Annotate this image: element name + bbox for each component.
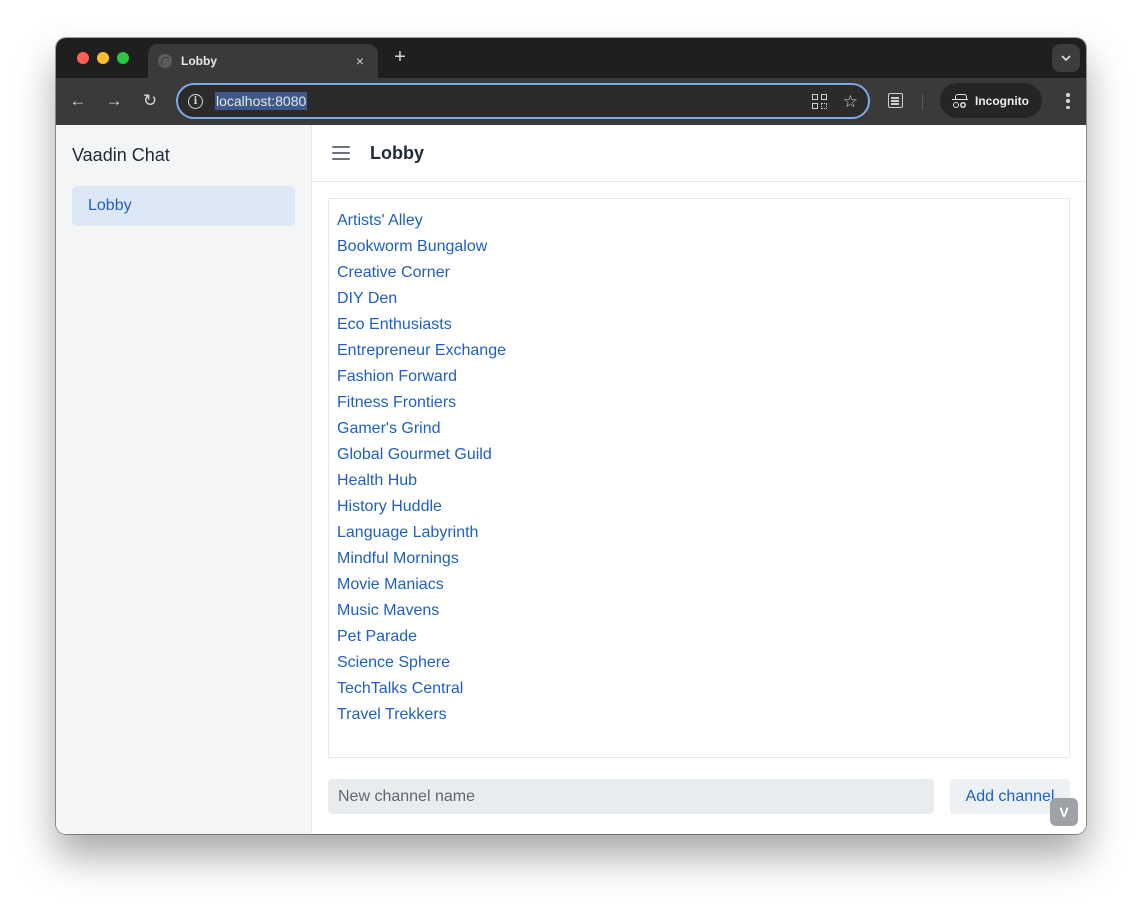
close-window-button[interactable] xyxy=(77,52,89,64)
channel-link[interactable]: Music Mavens xyxy=(337,598,1069,624)
channel-link[interactable]: History Huddle xyxy=(337,494,1069,520)
incognito-label: Incognito xyxy=(975,93,1029,108)
globe-icon xyxy=(158,54,172,68)
channel-link[interactable]: Artists' Alley xyxy=(337,208,1069,234)
channel-link[interactable]: Global Gourmet Guild xyxy=(337,442,1069,468)
channel-link[interactable]: Travel Trekkers xyxy=(337,702,1069,728)
maximize-window-button[interactable] xyxy=(117,52,129,64)
channel-link[interactable]: Movie Maniacs xyxy=(337,572,1069,598)
more-menu-icon[interactable] xyxy=(1066,93,1070,109)
channel-link[interactable]: Science Sphere xyxy=(337,650,1069,676)
site-info-icon[interactable]: i xyxy=(188,93,203,109)
channel-link[interactable]: Language Labyrinth xyxy=(337,520,1069,546)
channel-link[interactable]: Eco Enthusiasts xyxy=(337,312,1069,338)
browser-tab[interactable]: Lobby × xyxy=(148,44,378,78)
toolbar-divider xyxy=(922,94,923,110)
url-text[interactable]: localhost:8080 xyxy=(215,92,308,110)
tab-title: Lobby xyxy=(181,54,217,68)
channel-link[interactable]: Entrepreneur Exchange xyxy=(337,338,1069,364)
incognito-indicator[interactable]: Incognito xyxy=(940,83,1042,118)
channel-list: Artists' Alley Bookworm Bungalow Creative … xyxy=(328,198,1070,758)
back-button[interactable]: ← xyxy=(67,90,89,112)
sidebar: Vaadin Chat Lobby xyxy=(56,125,312,834)
hamburger-menu-icon[interactable] xyxy=(332,146,350,160)
main-view: Lobby Artists' Alley Bookworm Bungalow Cre… xyxy=(312,125,1086,834)
new-channel-name-input[interactable] xyxy=(328,779,934,814)
channel-link[interactable]: TechTalks Central xyxy=(337,676,1069,702)
minimize-window-button[interactable] xyxy=(97,52,109,64)
channel-link[interactable]: Fashion Forward xyxy=(337,364,1069,390)
tab-search-button[interactable] xyxy=(1052,44,1080,72)
page-content: Vaadin Chat Lobby Lobby Artists' Alley Bo… xyxy=(56,125,1086,834)
channel-link[interactable]: Health Hub xyxy=(337,468,1069,494)
chevron-down-icon xyxy=(1061,55,1071,61)
channel-link[interactable]: Gamer's Grind xyxy=(337,416,1069,442)
channel-link[interactable]: Fitness Frontiers xyxy=(337,390,1069,416)
address-bar[interactable]: i localhost:8080 ☆ xyxy=(176,83,870,119)
view-header: Lobby xyxy=(312,125,1086,182)
channel-link[interactable]: Pet Parade xyxy=(337,624,1069,650)
channel-link[interactable]: Mindful Mornings xyxy=(337,546,1069,572)
close-tab-icon[interactable]: × xyxy=(352,53,368,69)
channel-link[interactable]: Bookworm Bungalow xyxy=(337,234,1069,260)
browser-window: Lobby × + ← → ↻ i localhost:8080 ☆ Incog… xyxy=(56,38,1086,834)
sidebar-item-lobby[interactable]: Lobby xyxy=(72,186,295,226)
channel-link[interactable]: DIY Den xyxy=(337,286,1069,312)
qr-code-icon[interactable] xyxy=(811,93,827,109)
vaadin-dev-tools-icon[interactable]: V xyxy=(1050,798,1078,826)
new-tab-button[interactable]: + xyxy=(390,47,410,67)
channel-link[interactable]: Creative Corner xyxy=(337,260,1069,286)
view-title: Lobby xyxy=(370,142,424,163)
browser-toolbar: ← → ↻ i localhost:8080 ☆ Incognito xyxy=(56,78,1086,125)
reload-button[interactable]: ↻ xyxy=(139,90,161,112)
reading-mode-icon[interactable] xyxy=(888,93,903,108)
incognito-icon xyxy=(952,93,968,108)
tab-strip: Lobby × + xyxy=(56,38,1086,78)
bookmark-star-icon[interactable]: ☆ xyxy=(843,93,858,110)
forward-button[interactable]: → xyxy=(103,90,125,112)
app-title: Vaadin Chat xyxy=(72,145,170,165)
